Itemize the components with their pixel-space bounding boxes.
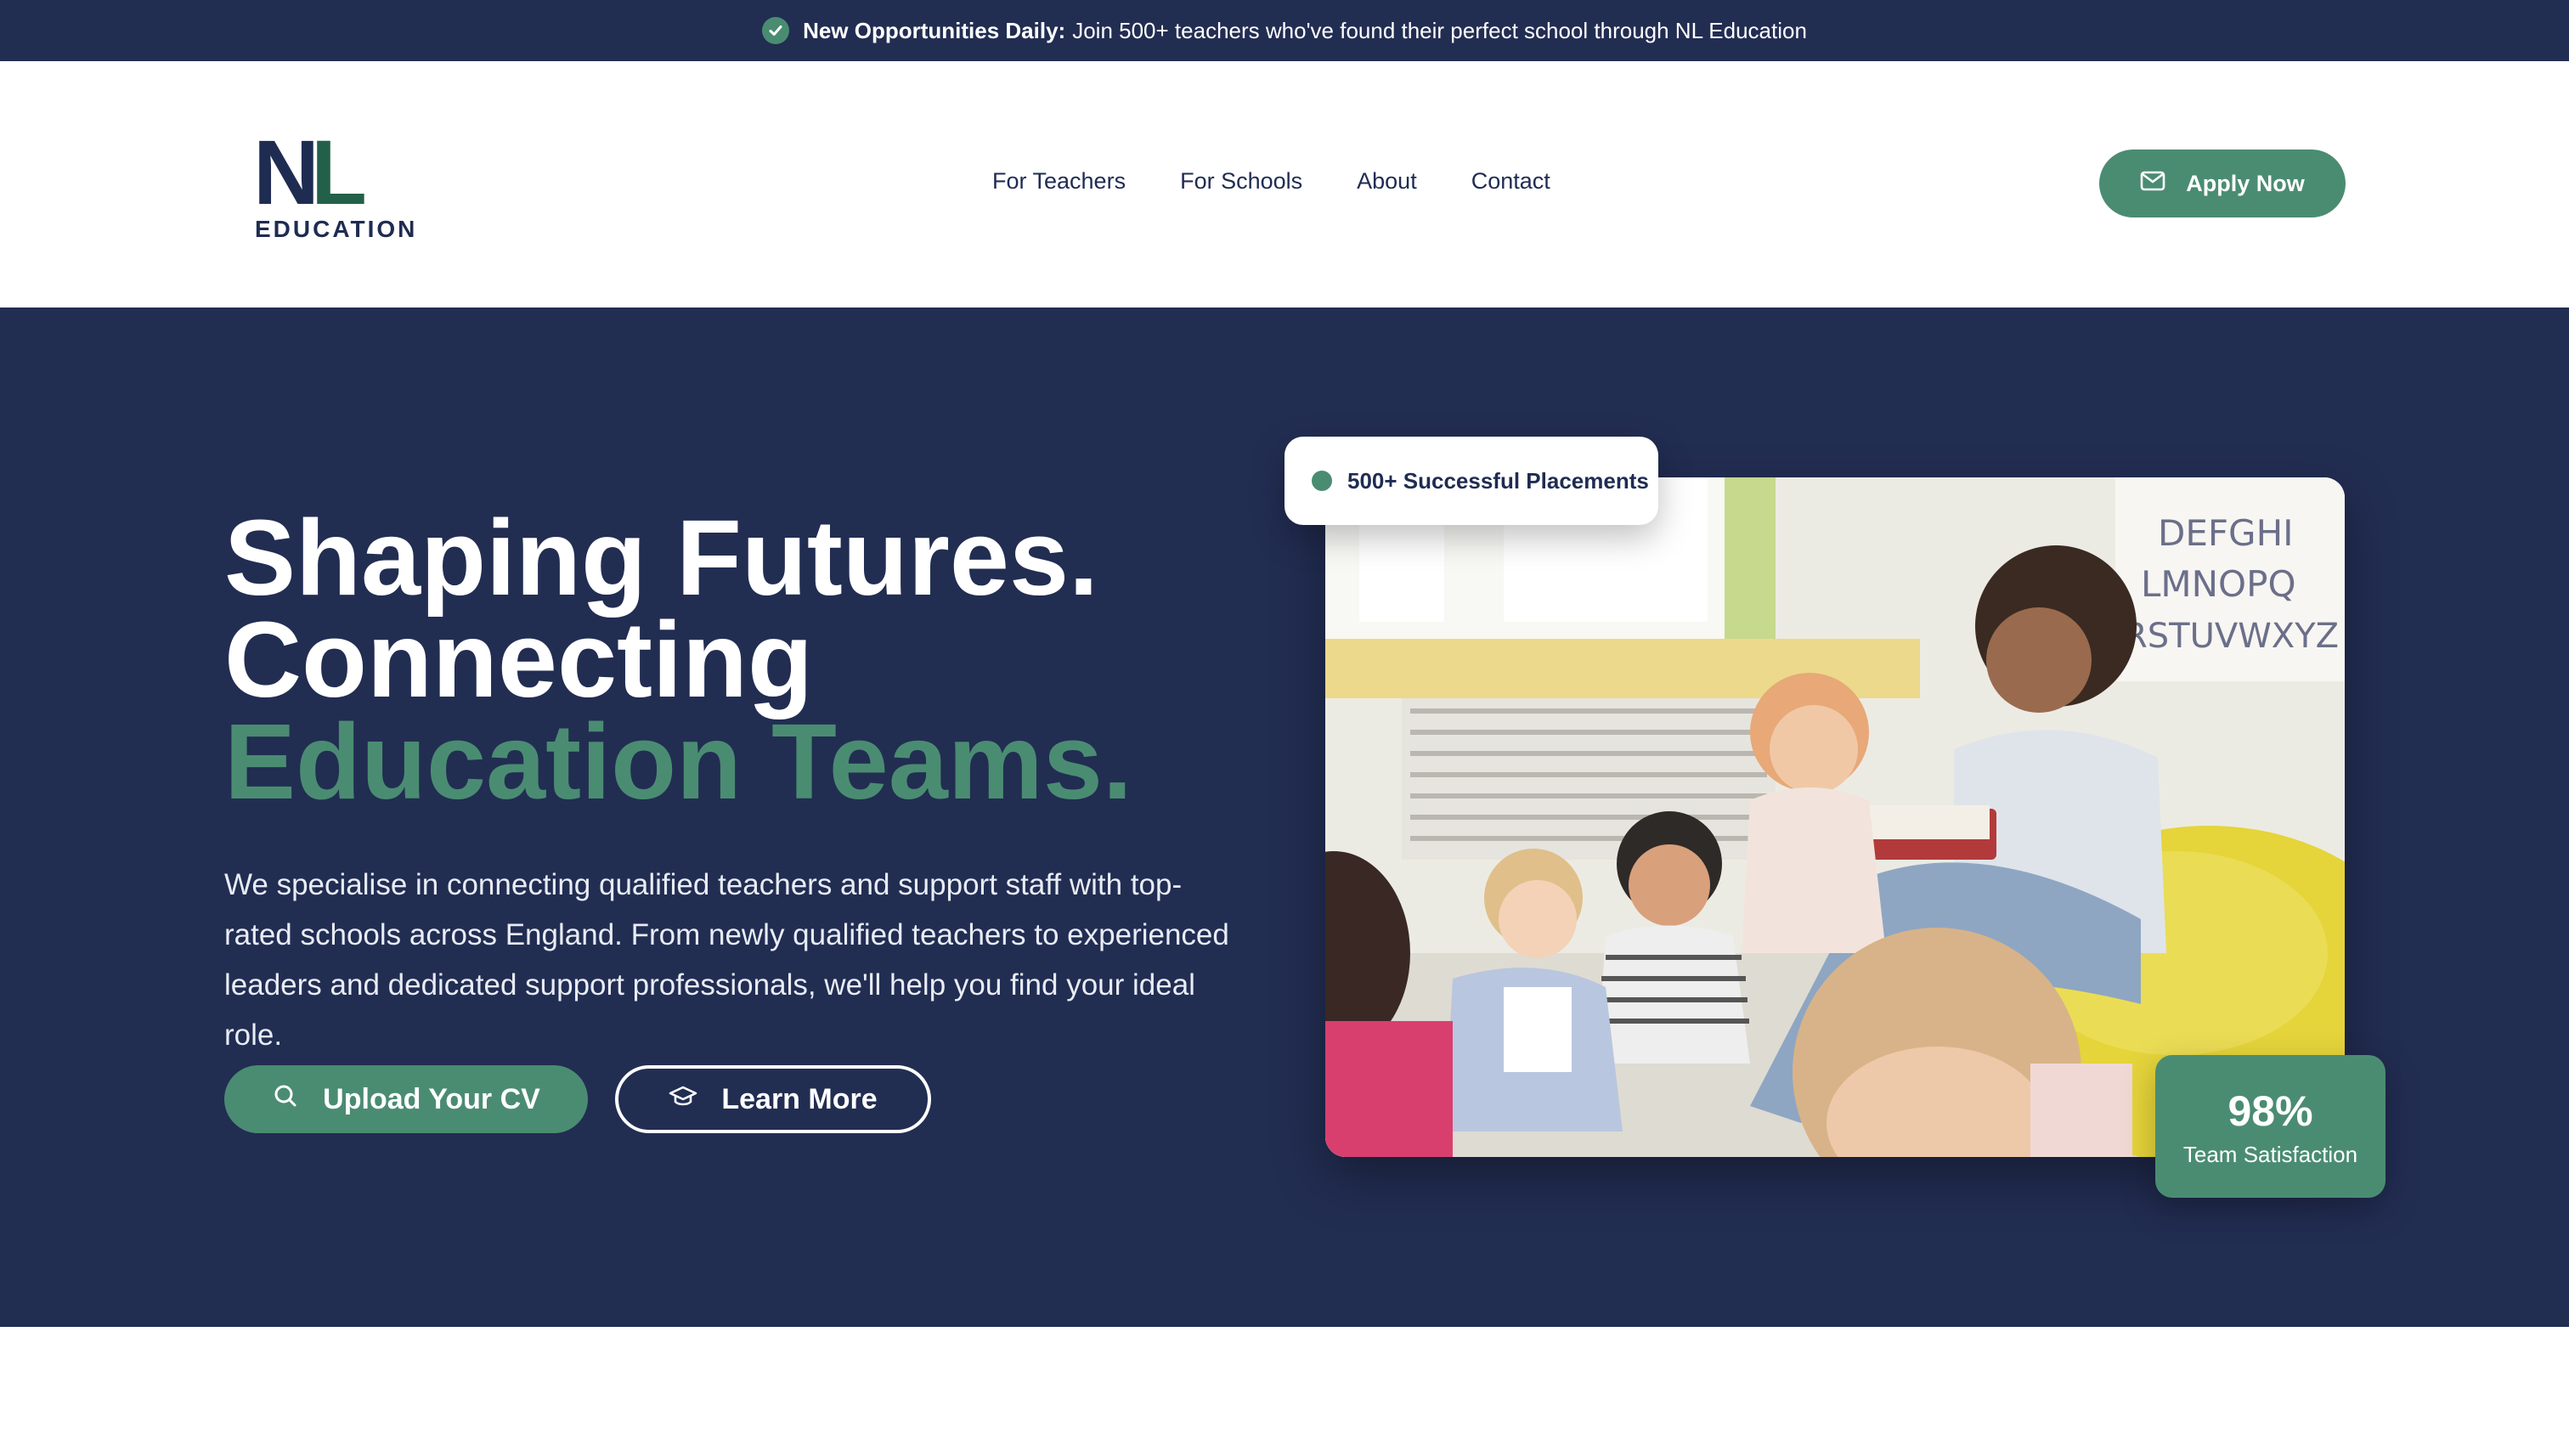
poster-line-3: RSTUVWXYZ [2124, 617, 2339, 656]
learn-more-button[interactable]: Learn More [615, 1065, 931, 1133]
poster-line-2: LMNOPQ [2141, 563, 2296, 605]
satisfaction-badge: 98% Team Satisfaction [2155, 1055, 2386, 1198]
headline-line-3: Education Teams. [224, 702, 1132, 821]
headline-line-1: Shaping Futures. [224, 498, 1099, 618]
hero-section: Shaping Futures. Connecting Education Te… [0, 308, 2569, 1327]
hero-headline: Shaping Futures. Connecting Education Te… [224, 498, 1132, 821]
graduation-cap-icon [669, 1083, 697, 1116]
nav-item-about[interactable]: About [1357, 168, 1417, 195]
site-header: NL EDUCATION For Teachers For Schools Ab… [0, 61, 2569, 308]
nav-item-for-schools[interactable]: For Schools [1180, 168, 1302, 195]
headline-line-2: Connecting [224, 600, 813, 720]
announcement-text: Join 500+ teachers who've found their pe… [1072, 17, 1807, 43]
hero-buttons: Upload Your CV Learn More [224, 1065, 931, 1133]
logo-mark: NL [253, 121, 367, 223]
poster-line-1: DEFGHI [2158, 512, 2294, 554]
upload-cv-button[interactable]: Upload Your CV [224, 1065, 588, 1133]
placements-badge: 500+ Successful Placements [1284, 437, 1658, 525]
check-circle-icon [762, 17, 790, 44]
apply-now-button[interactable]: Apply Now [2099, 150, 2346, 217]
learn-more-label: Learn More [721, 1082, 878, 1115]
announcement-bar: New Opportunities Daily: Join 500+ teach… [0, 0, 2569, 61]
nav-item-for-teachers[interactable]: For Teachers [992, 168, 1126, 195]
satisfaction-label: Team Satisfaction [2182, 1141, 2358, 1167]
main-nav: For Teachers For Schools About Contact [992, 168, 1550, 195]
logo-word: EDUCATION [255, 216, 418, 242]
nav-item-contact[interactable]: Contact [1471, 168, 1550, 195]
search-icon [272, 1082, 299, 1117]
announcement-strong: New Opportunities Daily: [803, 17, 1066, 43]
upload-cv-label: Upload Your CV [323, 1082, 540, 1115]
logo[interactable]: NL EDUCATION [253, 121, 418, 243]
hero-description: We specialise in connecting qualified te… [224, 868, 1229, 1052]
apply-now-label: Apply Now [2186, 170, 2305, 196]
placements-label: 500+ Successful Placements [1347, 467, 1649, 494]
satisfaction-value: 98% [2227, 1086, 2313, 1135]
mail-icon [2140, 171, 2165, 197]
status-dot-icon [1312, 471, 1332, 491]
